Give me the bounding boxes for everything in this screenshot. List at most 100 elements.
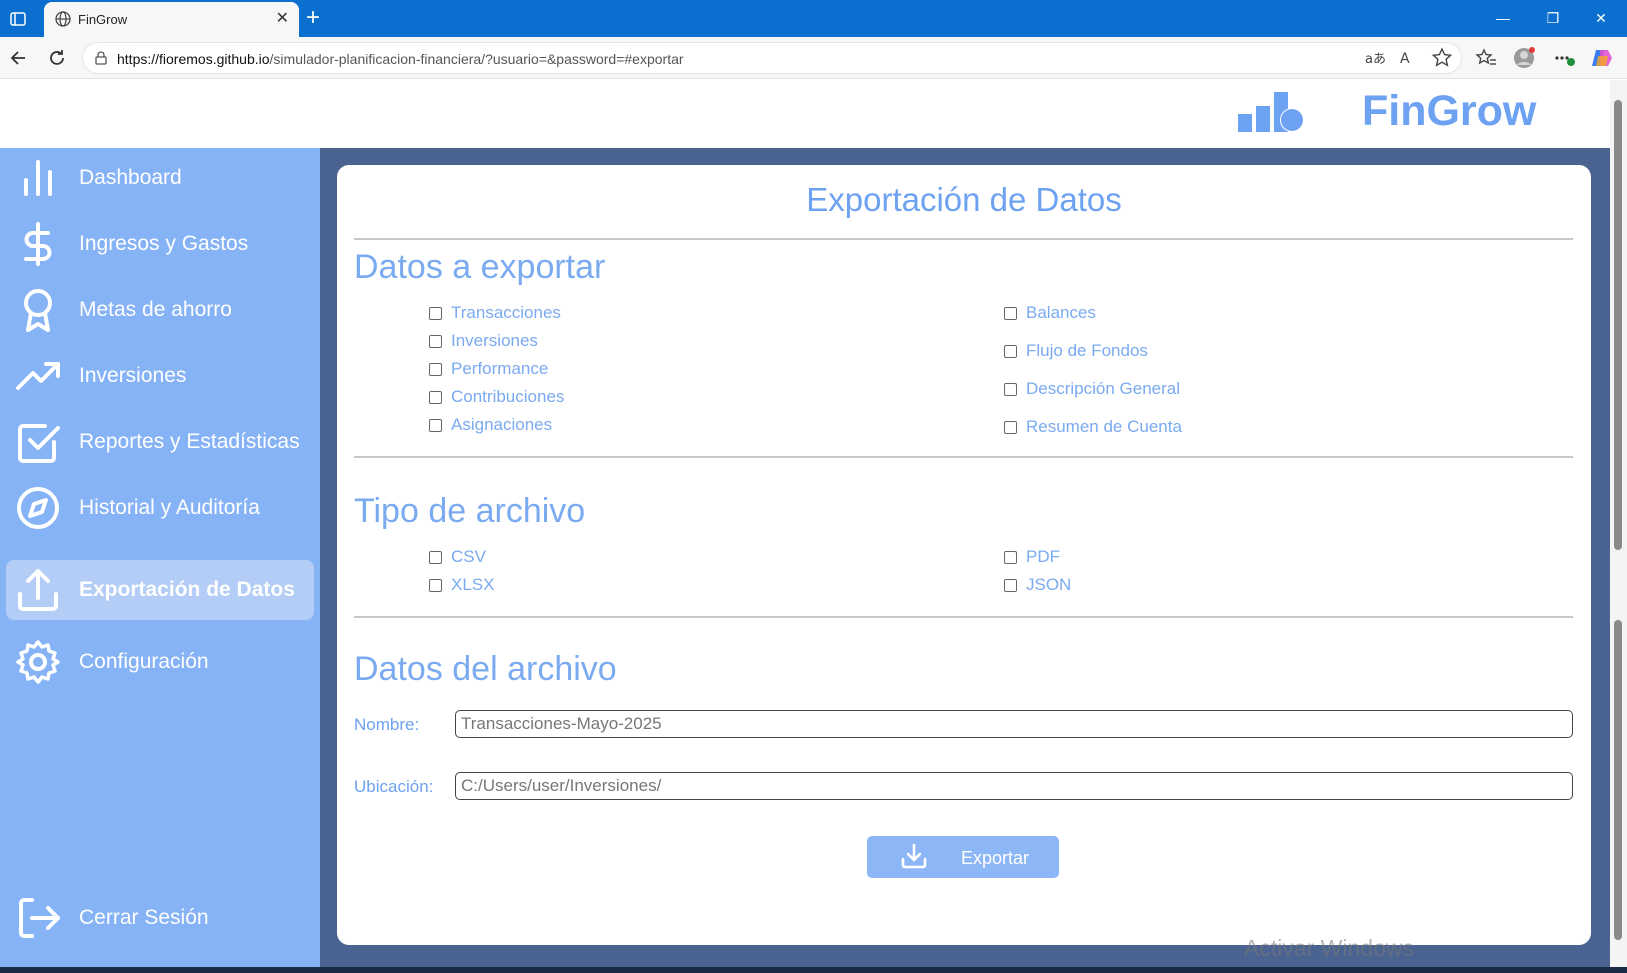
more-options-icon[interactable] [1552, 46, 1576, 70]
location-label: Ubicación: [354, 777, 434, 796]
logout-icon [19, 898, 60, 938]
checkbox-label: Performance [451, 359, 549, 378]
checkbox-csv[interactable]: CSV [429, 547, 486, 567]
check-square-icon [18, 424, 60, 463]
svg-text:aあ: aあ [1365, 52, 1386, 67]
sidebar-item-metas-ahorro[interactable]: Metas de ahorro [6, 280, 314, 340]
sidebar-item-configuracion[interactable]: Configuración [6, 632, 314, 692]
checkbox-label: Flujo de Fondos [1026, 341, 1148, 360]
section-title-file-type: Tipo de archivo [354, 492, 586, 530]
checkbox-balances[interactable]: Balances [1004, 303, 1096, 323]
export-button-label: Exportar [961, 848, 1030, 868]
read-aloud-icon[interactable]: A [1396, 46, 1420, 70]
checkbox-resumen-cuenta[interactable]: Resumen de Cuenta [1004, 417, 1182, 437]
page-scrollbar[interactable] [1610, 80, 1627, 967]
checkbox-contribuciones[interactable]: Contribuciones [429, 387, 564, 407]
address-toolbar: https://fioremos.github.io/simulador-pla… [0, 37, 1627, 79]
checkbox-label: Asignaciones [451, 415, 553, 434]
restore-icon[interactable]: ❐ [1538, 8, 1568, 28]
file-location-input[interactable] [455, 772, 1573, 800]
logout-button[interactable]: Cerrar Sesión [6, 888, 314, 948]
sidebar-item-inversiones[interactable]: Inversiones [6, 346, 314, 406]
profile-avatar-icon[interactable] [1512, 46, 1536, 70]
sidebar-item-label: Dashboard [79, 166, 182, 189]
scrollbar-thumb[interactable] [1614, 100, 1622, 550]
checkbox-performance[interactable]: Performance [429, 359, 548, 379]
checkbox-asignaciones[interactable]: Asignaciones [429, 415, 552, 435]
checkbox-box[interactable] [1004, 550, 1017, 564]
checkbox-box[interactable] [1004, 344, 1017, 358]
checkbox-xlsx[interactable]: XLSX [429, 575, 494, 595]
bar-chart-icon [24, 160, 52, 196]
sidebar-item-ingresos-gastos[interactable]: Ingresos y Gastos [6, 214, 314, 274]
award-icon [24, 289, 52, 332]
tab-close-icon[interactable]: ✕ [276, 10, 289, 28]
dollar-icon [24, 222, 52, 266]
sidebar-item-label: Ingresos y Gastos [79, 232, 249, 255]
checkbox-label: JSON [1026, 575, 1072, 594]
sidebar-item-dashboard[interactable]: Dashboard [6, 148, 314, 208]
checkbox-json[interactable]: JSON [1004, 575, 1071, 595]
sidebar-item-reportes[interactable]: Reportes y Estadísticas [6, 412, 314, 472]
sidebar-item-label: Metas de ahorro [79, 298, 232, 321]
checkbox-box[interactable] [1004, 420, 1017, 434]
favorites-icon[interactable] [1474, 46, 1498, 70]
checkbox-pdf[interactable]: PDF [1004, 547, 1060, 567]
download-icon [901, 843, 927, 869]
url-path: /simulador-planificacion-financiera/?usu… [269, 51, 684, 67]
lock-icon[interactable] [93, 50, 109, 66]
checkbox-descripcion-general[interactable]: Descripción General [1004, 379, 1180, 399]
globe-icon [55, 11, 71, 27]
checkbox-box[interactable] [1004, 382, 1017, 396]
back-icon[interactable] [6, 45, 32, 71]
checkbox-box[interactable] [429, 334, 442, 348]
app-header: FinGrow [0, 80, 1610, 148]
checkbox-box[interactable] [429, 362, 442, 376]
close-window-icon[interactable]: ✕ [1586, 8, 1616, 28]
new-tab-icon[interactable]: + [306, 4, 320, 32]
gear-icon [16, 640, 60, 684]
svg-text:A: A [1400, 51, 1410, 67]
sidebar-toggle-icon[interactable] [8, 9, 28, 29]
url-text[interactable]: https://fioremos.github.io/simulador-pla… [117, 51, 684, 67]
checkbox-box[interactable] [429, 578, 442, 592]
checkbox-inversiones[interactable]: Inversiones [429, 331, 538, 351]
checkbox-box[interactable] [1004, 578, 1017, 592]
translate-icon[interactable]: aあ [1362, 46, 1386, 70]
checkbox-box[interactable] [429, 418, 442, 432]
export-button[interactable]: Exportar [867, 836, 1059, 878]
page-title: Exportación de Datos [806, 181, 1122, 218]
windows-activation-watermark: Activar Windows [1244, 935, 1414, 961]
sidebar-item-exportacion[interactable]: Exportación de Datos [6, 560, 314, 620]
brand-name: FinGrow [1362, 87, 1537, 135]
file-name-input[interactable] [455, 710, 1573, 738]
sidebar-item-label: Inversiones [79, 364, 187, 387]
scrollbar-thumb-lower[interactable] [1614, 620, 1622, 940]
url-bar[interactable]: https://fioremos.github.io/simulador-pla… [82, 42, 1462, 74]
checkbox-box[interactable] [429, 306, 442, 320]
divider [354, 456, 1573, 458]
minimize-icon[interactable]: — [1488, 8, 1518, 28]
checkbox-transacciones[interactable]: Transacciones [429, 303, 561, 323]
checkbox-label: Descripción General [1026, 379, 1181, 398]
checkbox-box[interactable] [429, 550, 442, 564]
checkbox-flujo-fondos[interactable]: Flujo de Fondos [1004, 341, 1148, 361]
checkbox-box[interactable] [429, 390, 442, 404]
copilot-icon[interactable] [1590, 46, 1614, 70]
tab-title: FinGrow [78, 12, 128, 27]
checkbox-box[interactable] [1004, 306, 1017, 320]
sidebar-item-historial[interactable]: Historial y Auditoría [6, 478, 314, 538]
section-title-data: Datos a exportar [354, 248, 606, 286]
sidebar: Dashboard Ingresos y Gastos Metas de aho… [0, 148, 320, 967]
chart-coins-icon [1238, 92, 1304, 132]
name-label: Nombre: [354, 715, 420, 734]
checkbox-label: Resumen de Cuenta [1026, 417, 1182, 436]
checkbox-label: Balances [1026, 303, 1096, 322]
sidebar-item-label: Configuración [79, 650, 209, 673]
checkbox-label: CSV [451, 547, 486, 566]
browser-tab[interactable]: FinGrow ✕ [44, 2, 299, 37]
logout-label: Cerrar Sesión [79, 906, 209, 929]
refresh-icon[interactable] [44, 45, 70, 71]
section-title-file-data: Datos del archivo [354, 650, 617, 688]
favorite-star-icon[interactable] [1430, 46, 1454, 70]
